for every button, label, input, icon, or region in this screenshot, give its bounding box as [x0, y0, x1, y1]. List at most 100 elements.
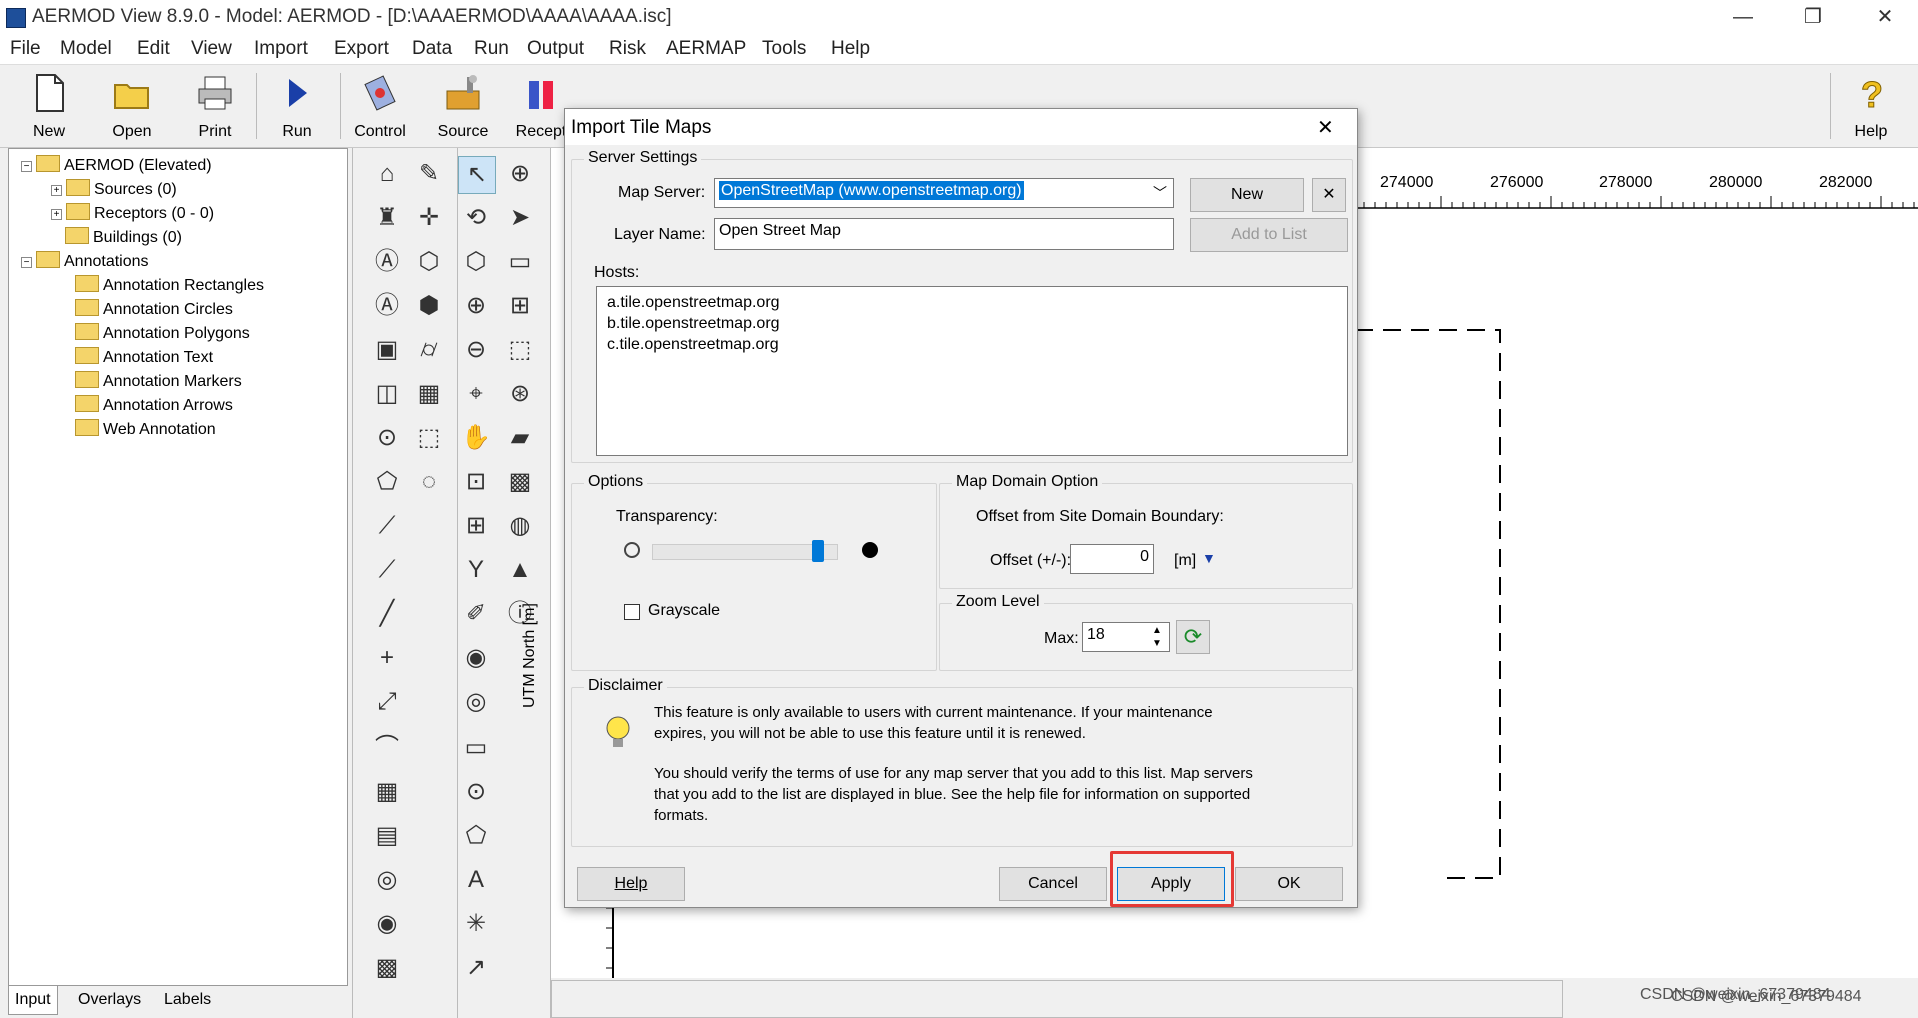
- building-tool-icon[interactable]: ⌂: [369, 156, 405, 192]
- target-edit-icon[interactable]: ◎: [458, 684, 494, 720]
- pan-globe-icon[interactable]: ⊕: [502, 156, 538, 192]
- wind-icon[interactable]: Y: [458, 552, 494, 588]
- rotate-select-icon[interactable]: ⟲: [458, 200, 494, 236]
- transparency-slider-track[interactable]: [652, 544, 838, 560]
- zoom-in-icon[interactable]: ⊕: [458, 288, 494, 324]
- delete-server-icon[interactable]: ✕: [1312, 178, 1346, 212]
- menu-help[interactable]: Help: [831, 38, 870, 60]
- polygon-area-icon[interactable]: ⬠: [369, 464, 405, 500]
- circle-area-icon[interactable]: ◌: [411, 464, 447, 500]
- cancel-button[interactable]: Cancel: [999, 867, 1107, 901]
- cylinder-icon[interactable]: ⌭: [411, 332, 447, 368]
- horizontal-scrollbar[interactable]: [551, 980, 1563, 1018]
- crosshair-icon[interactable]: ⌖: [458, 376, 494, 412]
- measure-icon[interactable]: ⊞: [502, 288, 538, 324]
- chart-icon[interactable]: ▲: [502, 552, 538, 588]
- dialog-close-icon[interactable]: ✕: [1317, 115, 1334, 140]
- tree-sources[interactable]: + Sources (0): [51, 179, 177, 199]
- tree-receptors[interactable]: + Receptors (0 - 0): [51, 203, 214, 223]
- menu-aermap[interactable]: AERMAP: [666, 38, 746, 60]
- target-icon[interactable]: ◉: [458, 640, 494, 676]
- discrete-receptor-icon[interactable]: +: [369, 640, 405, 676]
- new-button[interactable]: New: [14, 69, 84, 145]
- close-button[interactable]: ✕: [1856, 0, 1914, 34]
- refresh-icon[interactable]: ⟳: [1176, 620, 1210, 654]
- op-tool-icon[interactable]: ▣: [369, 332, 405, 368]
- cube-icon[interactable]: ⬡: [411, 244, 447, 280]
- print-button[interactable]: Print: [180, 69, 250, 145]
- layer-name-input[interactable]: Open Street Map: [714, 218, 1174, 250]
- point-source-icon[interactable]: ⊙: [369, 420, 405, 456]
- menu-import[interactable]: Import: [254, 38, 308, 60]
- marker-icon[interactable]: ✳: [458, 906, 494, 942]
- line-source-icon[interactable]: ⟋: [369, 508, 405, 544]
- extent-icon[interactable]: ⊡: [458, 464, 494, 500]
- tree-root[interactable]: − AERMOD (Elevated): [21, 155, 212, 175]
- ok-button[interactable]: OK: [1235, 867, 1343, 901]
- offset-input[interactable]: 0: [1070, 544, 1154, 574]
- arc-receptor-icon[interactable]: ⌒: [369, 730, 405, 766]
- menu-run[interactable]: Run: [474, 38, 509, 60]
- menu-edit[interactable]: Edit: [137, 38, 170, 60]
- pan-hand-icon[interactable]: ✋: [458, 420, 494, 456]
- grid-box-icon[interactable]: ▦: [411, 376, 447, 412]
- polar-grid-icon[interactable]: ◎: [369, 862, 405, 898]
- grayscale-checkbox[interactable]: [624, 604, 640, 620]
- move-vertex-icon[interactable]: ✛: [411, 200, 447, 236]
- grid-table-icon[interactable]: ▩: [369, 950, 405, 986]
- help-button[interactable]: ? Help: [1836, 69, 1906, 145]
- box-tool-icon[interactable]: ◫: [369, 376, 405, 412]
- cube-edit-icon[interactable]: ⬢: [411, 288, 447, 324]
- tab-overlays[interactable]: Overlays: [72, 986, 147, 1014]
- line-segment-icon[interactable]: ╱: [369, 596, 405, 632]
- polygon-icon[interactable]: ⬠: [458, 818, 494, 854]
- arrow-icon[interactable]: ↗: [458, 950, 494, 986]
- arrow-pointer-icon[interactable]: ➤: [502, 200, 538, 236]
- menu-tools[interactable]: Tools: [762, 38, 806, 60]
- tree-annotation-item[interactable]: Annotation Circles: [75, 299, 233, 319]
- add-to-list-button[interactable]: Add to List: [1190, 218, 1348, 252]
- tree-annotation-item[interactable]: Annotation Arrows: [75, 395, 233, 415]
- help-dialog-button[interactable]: Help: [577, 867, 685, 901]
- edit-building-icon[interactable]: ✎: [411, 156, 447, 192]
- uniform-grid-icon[interactable]: ▦: [369, 774, 405, 810]
- polar-grid-2-icon[interactable]: ◉: [369, 906, 405, 942]
- full-extent-icon[interactable]: ⊞: [458, 508, 494, 544]
- select-pointer-icon[interactable]: ↖: [458, 156, 496, 194]
- tree-annotation-item[interactable]: Annotation Rectangles: [75, 275, 264, 295]
- tab-input[interactable]: Input: [8, 986, 58, 1015]
- globe-icon[interactable]: ⊛: [502, 376, 538, 412]
- tank-tool-icon[interactable]: ♜: [369, 200, 405, 236]
- map-server-select[interactable]: OpenStreetMap (www.openstreetmap.org) ﹀: [714, 178, 1174, 208]
- color-grid-icon[interactable]: ▩: [502, 464, 538, 500]
- source-button[interactable]: Source: [428, 69, 498, 145]
- control-button[interactable]: Control: [345, 69, 415, 145]
- menu-file[interactable]: File: [10, 38, 41, 60]
- tab-labels[interactable]: Labels: [158, 986, 217, 1014]
- menu-view[interactable]: View: [191, 38, 232, 60]
- minimize-button[interactable]: —: [1714, 0, 1772, 34]
- tree-annotation-item[interactable]: Annotation Polygons: [75, 323, 250, 343]
- tree-annotation-item[interactable]: Annotation Markers: [75, 371, 242, 391]
- text-label-icon[interactable]: Ⓐ: [369, 244, 405, 280]
- maximize-button[interactable]: ❐: [1784, 0, 1842, 34]
- select-region-icon[interactable]: ⬡: [458, 244, 494, 280]
- zoom-box-icon[interactable]: ⬚: [502, 332, 538, 368]
- menu-data[interactable]: Data: [412, 38, 452, 60]
- layers-icon[interactable]: ▰: [502, 420, 538, 456]
- tree-annotation-item[interactable]: Annotation Text: [75, 347, 213, 367]
- tree-buildings[interactable]: Buildings (0): [65, 227, 182, 247]
- menu-export[interactable]: Export: [334, 38, 389, 60]
- tree-annotations[interactable]: − Annotations: [21, 251, 149, 271]
- menu-model[interactable]: Model: [60, 38, 112, 60]
- receptor-line-icon[interactable]: ⤢: [369, 684, 405, 720]
- menu-risk[interactable]: Risk: [609, 38, 646, 60]
- open-button[interactable]: Open: [97, 69, 167, 145]
- hosts-list[interactable]: a.tile.openstreetmap.org b.tile.openstre…: [596, 286, 1348, 456]
- area-dotted-icon[interactable]: ⬚: [411, 420, 447, 456]
- run-button[interactable]: Run: [262, 69, 332, 145]
- text-label-edit-icon[interactable]: Ⓐ: [369, 288, 405, 324]
- rectangle-icon[interactable]: ▭: [458, 730, 494, 766]
- zoom-out-icon[interactable]: ⊖: [458, 332, 494, 368]
- unit-dropdown-icon[interactable]: ▼: [1202, 550, 1216, 566]
